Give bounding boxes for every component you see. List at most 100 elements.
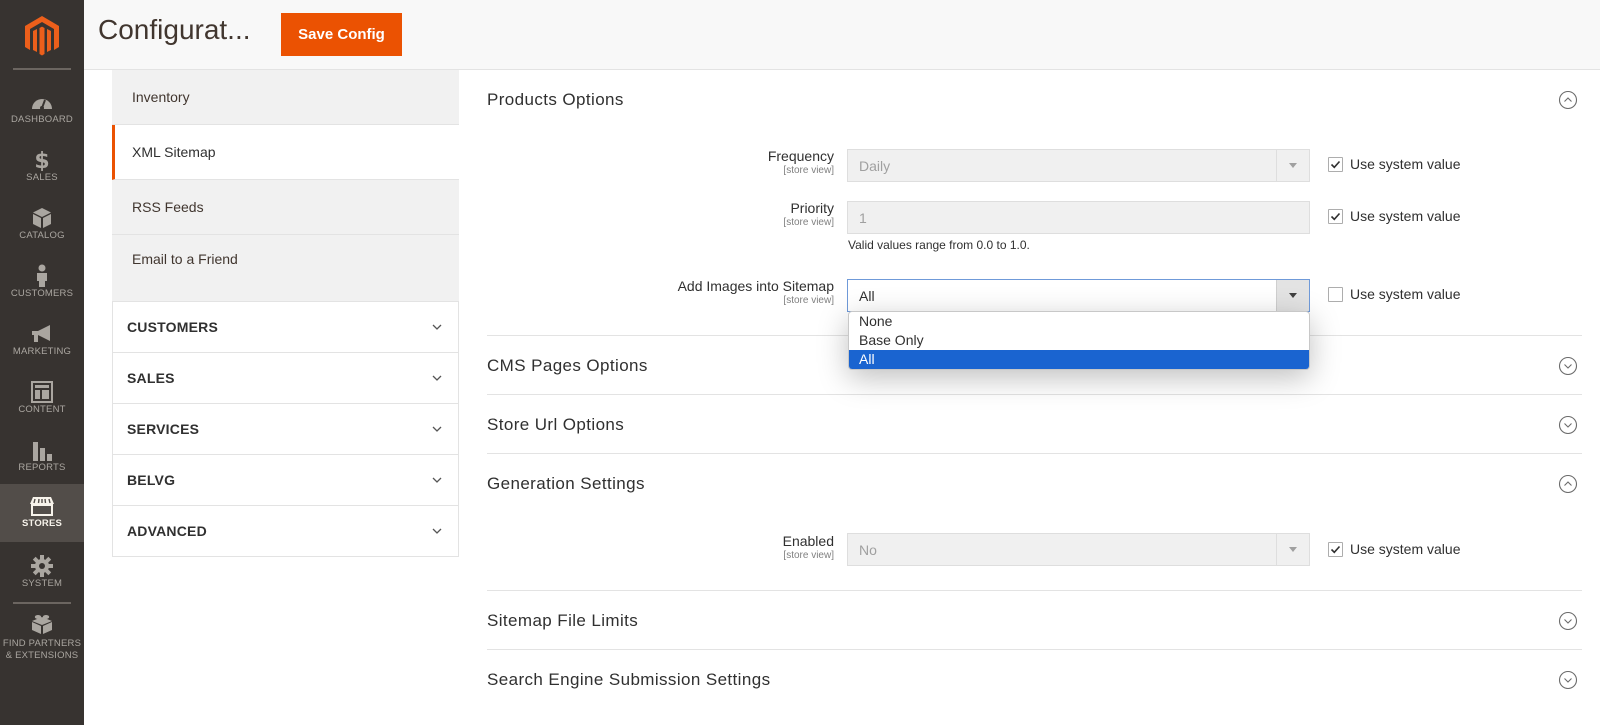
checkbox-label: Use system value bbox=[1350, 156, 1461, 172]
checkbox-checked[interactable] bbox=[1328, 541, 1343, 557]
priority-label: Priority [store view] bbox=[494, 200, 834, 228]
field-label-text: Enabled bbox=[782, 533, 834, 549]
tab-label: RSS Feeds bbox=[132, 199, 204, 215]
chevron-down-icon bbox=[432, 528, 442, 534]
nav-item-dashboard[interactable]: DASHBOARD bbox=[0, 82, 84, 140]
section-products-options: Products Options bbox=[487, 71, 1582, 128]
megaphone-icon bbox=[0, 322, 84, 346]
nav-item-system[interactable]: SYSTEM bbox=[0, 546, 84, 604]
section-header-search-engine-submission[interactable]: Search Engine Submission Settings bbox=[487, 651, 1582, 708]
checkbox-checked[interactable] bbox=[1328, 156, 1343, 172]
nav-divider bbox=[13, 602, 71, 604]
select-arrow[interactable] bbox=[1276, 280, 1309, 311]
nav-label-line2: & EXTENSIONS bbox=[5, 650, 79, 661]
section-divider bbox=[487, 394, 1582, 395]
expand-circle-icon[interactable] bbox=[1558, 415, 1578, 435]
caret-down-icon bbox=[1289, 163, 1297, 168]
section-generation-settings: Generation Settings bbox=[487, 455, 1582, 512]
priority-input[interactable]: 1 bbox=[847, 201, 1310, 234]
nav-label: REPORTS bbox=[18, 462, 66, 473]
checkmark-icon bbox=[1330, 545, 1341, 553]
expand-circle-icon[interactable] bbox=[1558, 670, 1578, 690]
group-customers[interactable]: CUSTOMERS bbox=[112, 302, 459, 353]
nav-item-catalog[interactable]: CATALOG bbox=[0, 198, 84, 256]
dropdown-option-all[interactable]: All bbox=[849, 350, 1309, 369]
section-title: Products Options bbox=[487, 89, 624, 109]
section-divider bbox=[487, 453, 1582, 454]
group-label: CUSTOMERS bbox=[127, 319, 218, 335]
add-images-dropdown-list: None Base Only All bbox=[848, 311, 1310, 370]
checkbox-label: Use system value bbox=[1350, 541, 1461, 557]
field-label-text: Add Images into Sitemap bbox=[677, 278, 834, 294]
add-images-select[interactable]: All bbox=[847, 279, 1310, 312]
nav-item-reports[interactable]: REPORTS bbox=[0, 430, 84, 488]
dropdown-option-base-only[interactable]: Base Only bbox=[849, 331, 1309, 350]
enabled-use-system-value[interactable]: Use system value bbox=[1328, 541, 1460, 557]
dropdown-option-none[interactable]: None bbox=[849, 312, 1309, 331]
group-belvg[interactable]: BELVG bbox=[112, 455, 459, 506]
tab-xml-sitemap[interactable]: XML Sitemap bbox=[112, 125, 459, 180]
nav-label: STORES bbox=[21, 518, 63, 529]
collapse-circle-icon[interactable] bbox=[1558, 90, 1578, 110]
tab-rss-feeds[interactable]: RSS Feeds bbox=[112, 180, 459, 235]
nav-label: SYSTEM bbox=[21, 578, 63, 589]
add-images-label: Add Images into Sitemap [store view] bbox=[494, 278, 834, 306]
group-sales[interactable]: SALES bbox=[112, 353, 459, 404]
enabled-label: Enabled [store view] bbox=[494, 533, 834, 561]
chevron-down-icon bbox=[432, 477, 442, 483]
checkbox-label: Use system value bbox=[1350, 208, 1461, 224]
select-arrow bbox=[1276, 150, 1309, 181]
nav-item-sales[interactable]: $ SALES bbox=[0, 140, 84, 198]
person-icon bbox=[0, 264, 84, 288]
nav-item-stores[interactable]: STORES bbox=[0, 484, 84, 542]
field-scope: [store view] bbox=[783, 165, 834, 176]
section-sitemap-file-limits: Sitemap File Limits bbox=[487, 592, 1582, 649]
priority-note: Valid values range from 0.0 to 1.0. bbox=[848, 238, 1030, 252]
group-label: ADVANCED bbox=[127, 523, 207, 539]
tab-email-to-a-friend[interactable]: Email to a Friend bbox=[112, 235, 459, 302]
nav-item-marketing[interactable]: MARKETING bbox=[0, 314, 84, 372]
frequency-select[interactable]: Daily bbox=[847, 149, 1310, 182]
section-title: Generation Settings bbox=[487, 473, 645, 493]
frequency-use-system-value[interactable]: Use system value bbox=[1328, 156, 1460, 172]
save-config-button[interactable]: Save Config bbox=[281, 13, 402, 56]
priority-use-system-value[interactable]: Use system value bbox=[1328, 208, 1460, 224]
nav-label: FIND PARTNERS & EXTENSIONS bbox=[0, 638, 84, 662]
field-scope: [store view] bbox=[783, 295, 834, 306]
nav-item-find-partners[interactable]: FIND PARTNERS & EXTENSIONS bbox=[0, 606, 84, 670]
magento-logo-icon[interactable] bbox=[22, 14, 62, 56]
group-advanced[interactable]: ADVANCED bbox=[112, 506, 459, 557]
nav-label: CUSTOMERS bbox=[10, 288, 74, 299]
section-header-sitemap-file-limits[interactable]: Sitemap File Limits bbox=[487, 592, 1582, 649]
tab-label: XML Sitemap bbox=[132, 144, 216, 160]
gear-icon bbox=[0, 554, 84, 578]
select-arrow bbox=[1276, 534, 1309, 565]
field-scope: [store view] bbox=[783, 550, 834, 561]
chevron-down-icon bbox=[432, 426, 442, 432]
field-label-text: Priority bbox=[790, 200, 834, 216]
checkbox-checked[interactable] bbox=[1328, 208, 1343, 224]
expand-circle-icon[interactable] bbox=[1558, 611, 1578, 631]
expand-circle-icon[interactable] bbox=[1558, 356, 1578, 376]
group-services[interactable]: SERVICES bbox=[112, 404, 459, 455]
chevron-down-icon bbox=[432, 324, 442, 330]
dollar-icon: $ bbox=[0, 148, 84, 172]
section-header-products-options[interactable]: Products Options bbox=[487, 71, 1582, 128]
nav-item-customers[interactable]: CUSTOMERS bbox=[0, 256, 84, 314]
caret-down-icon bbox=[1289, 293, 1297, 298]
caret-down-icon bbox=[1289, 547, 1297, 552]
input-value: 1 bbox=[859, 209, 867, 226]
enabled-select[interactable]: No bbox=[847, 533, 1310, 566]
section-header-store-url-options[interactable]: Store Url Options bbox=[487, 396, 1582, 453]
tab-inventory[interactable]: Inventory bbox=[112, 70, 459, 125]
nav-label-line1: FIND PARTNERS bbox=[2, 638, 82, 649]
field-scope: [store view] bbox=[783, 217, 834, 228]
svg-text:$: $ bbox=[34, 149, 49, 171]
add-images-use-system-value[interactable]: Use system value bbox=[1328, 286, 1460, 302]
section-header-generation-settings[interactable]: Generation Settings bbox=[487, 455, 1582, 512]
collapse-circle-icon[interactable] bbox=[1558, 474, 1578, 494]
section-divider bbox=[487, 649, 1582, 650]
nav-item-content[interactable]: CONTENT bbox=[0, 372, 84, 430]
checkbox-unchecked[interactable] bbox=[1328, 286, 1343, 302]
storefront-icon bbox=[0, 494, 84, 518]
